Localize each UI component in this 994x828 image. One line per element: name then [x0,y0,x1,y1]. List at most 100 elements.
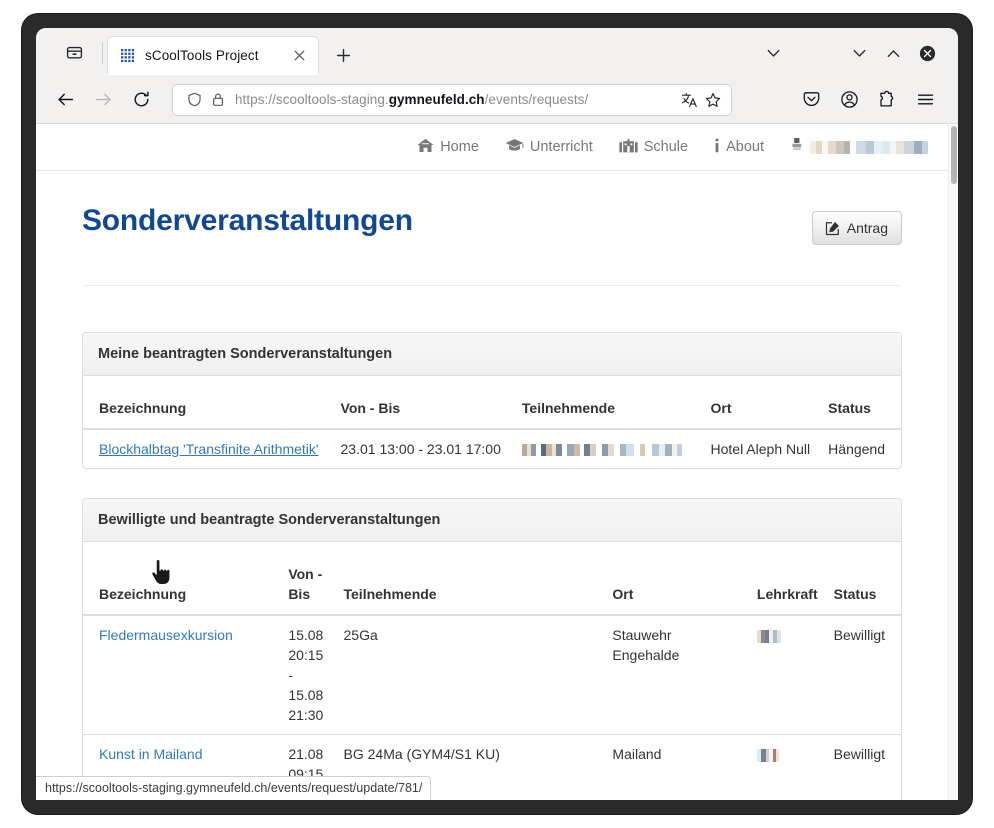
panel-body: Bezeichnung Von - Bis Teilnehmende Ort S… [83,376,901,468]
panel-bewilligte-und-beantragte: Bewilligte und beantragte Sonderveransta… [82,498,902,800]
cell-status: Hängend [828,441,885,458]
star-icon[interactable] [701,88,725,112]
column-header-von-bis: Von - Bis [332,376,514,431]
nav-item-schule[interactable]: Schule [606,137,701,157]
grid-dots-favicon [120,48,136,64]
list-all-tabs-button[interactable] [756,38,790,68]
browser-toolbar: https://scooltools-staging.gymneufeld.ch… [36,76,958,124]
cell-bezeichnung: Fledermausexkursion [83,615,280,735]
header-divider [82,285,902,286]
cell-von-bis: 15.08 20:15 - 15.08 21:30 [288,627,324,724]
column-header-ort: Ort [702,376,821,431]
column-header-teilnehmende: Teilnehmende [335,542,605,617]
cell-teilnehmende: 25Ga [343,627,378,644]
page-header: Sonderveranstaltungen Antrag [82,171,902,245]
close-circle-icon[interactable] [910,38,944,68]
antrag-button-label: Antrag [846,220,888,236]
table-row: Fledermausexkursion 15.08 20:15 - 15.08 … [83,615,901,735]
event-link[interactable]: Blockhalbtag 'Transfinite Arithmetik' [99,441,319,457]
table-row: Blockhalbtag 'Transfinite Arithmetik' 23… [83,429,901,468]
graduation-cap-icon [505,138,524,156]
info-icon [714,138,720,157]
panel-heading: Bewilligte und beantragte Sonderveransta… [83,499,901,543]
panel-meine-beantragten: Meine beantragten Sonderveranstaltungen … [82,332,902,470]
column-header-status: Status [825,542,901,617]
column-header-bezeichnung: Bezeichnung [83,376,333,431]
home-icon [417,138,434,157]
hamburger-menu-icon[interactable] [908,83,942,117]
shield-icon[interactable] [182,88,206,112]
scrollbar-thumb[interactable] [951,126,957,184]
minimize-button[interactable] [842,38,876,68]
cell-status: Bewilligt [825,734,901,800]
browser-tab[interactable]: sCoolTools Project [107,36,319,74]
column-header-status: Status [820,376,901,431]
nav-item-label: Home [440,139,479,155]
table-header-row: Bezeichnung Von - Bis Teilnehmende Ort S… [83,376,901,431]
page-container: Sonderveranstaltungen Antrag Meine beant… [36,171,948,800]
cell-status: Bewilligt [833,627,885,644]
user-icon [790,137,804,157]
arrow-right-icon [86,83,120,117]
close-icon[interactable] [288,45,310,67]
nav-item-label: Schule [643,139,689,155]
desktop-background: sCoolTools Project https://scooltools-st… [0,0,994,828]
nav-item-unterricht[interactable]: Unterricht [492,138,606,156]
cell-lehrkraft [749,615,826,735]
cell-ort: Stauwehr Engehalde [612,627,680,664]
tab-separator [102,42,103,64]
page-viewport: Home Unterricht Schule About Sonderveran… [36,124,958,800]
maximize-button[interactable] [876,38,910,68]
nav-item-user-account[interactable] [777,137,932,157]
event-link[interactable]: Kunst in Mailand [99,746,203,762]
cell-lehrkraft [748,734,826,800]
column-header-von-bis: Von - Bis [280,542,336,617]
tab-title: sCoolTools Project [145,48,259,63]
column-header-teilnehmende: Teilnehmende [513,376,703,431]
panel-body: Bezeichnung Von - Bis Teilnehmende Ort L… [83,542,901,800]
column-header-ort: Ort [604,542,749,617]
toolbar-right-buttons [794,83,946,117]
column-header-bezeichnung: Bezeichnung [83,542,281,617]
table-header-row: Bezeichnung Von - Bis Teilnehmende Ort L… [83,542,901,617]
cell-bezeichnung: Blockhalbtag 'Transfinite Arithmetik' [83,429,333,468]
redacted-username [810,140,928,154]
nav-item-about[interactable]: About [701,138,777,157]
tab-strip: sCoolTools Project [36,28,958,76]
panel-heading: Meine beantragten Sonderveranstaltungen [83,333,901,376]
web-page: Home Unterricht Schule About Sonderveran… [36,124,948,800]
column-header-lehrkraft: Lehrkraft [748,542,826,617]
requests-table: Bezeichnung Von - Bis Teilnehmende Ort S… [83,376,901,468]
url-text: https://scooltools-staging.gymneufeld.ch… [235,92,589,107]
translate-icon[interactable] [677,88,701,112]
cell-ort: Hotel Aleph Null [710,441,811,458]
link-status-popup: https://scooltools-staging.gymneufeld.ch… [36,776,432,800]
browser-window: sCoolTools Project https://scooltools-st… [36,28,958,800]
redacted-teacher [756,748,779,762]
redacted-teacher [756,629,781,643]
extensions-puzzle-icon[interactable] [870,83,904,117]
nav-item-home[interactable]: Home [404,138,492,157]
school-building-icon [619,137,638,157]
redacted-participants [521,444,682,457]
cell-ort: Mailand [604,734,749,800]
cell-teilnehmende [514,429,703,468]
nav-item-label: About [726,139,764,155]
save-to-pocket-icon[interactable] [794,83,828,117]
window-controls [756,38,958,76]
page-title: Sonderveranstaltungen [82,204,413,237]
new-tab-button[interactable] [327,39,359,71]
nav-item-label: Unterricht [529,139,593,155]
antrag-button[interactable]: Antrag [811,211,902,245]
event-link[interactable]: Fledermausexkursion [99,627,233,643]
cell-von-bis: 23.01 13:00 - 23.01 17:00 [340,441,501,458]
edit-pencil-square-icon [825,221,840,236]
events-table: Bezeichnung Von - Bis Teilnehmende Ort L… [83,542,901,800]
account-circle-icon[interactable] [832,83,866,117]
padlock-icon[interactable] [206,88,230,112]
url-bar[interactable]: https://scooltools-staging.gymneufeld.ch… [172,83,732,116]
firefox-view-icon[interactable] [54,32,94,72]
page-scrollbar[interactable] [948,124,958,800]
arrow-left-icon[interactable] [48,83,82,117]
reload-icon[interactable] [124,83,158,117]
